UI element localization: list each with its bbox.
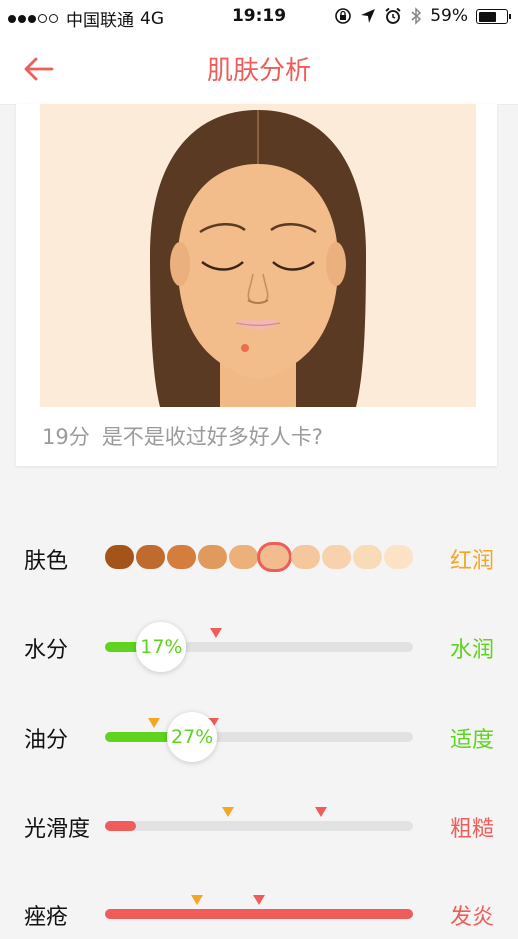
skin-color-swatch[interactable]: [198, 545, 227, 569]
skin-color-swatch[interactable]: [353, 545, 382, 569]
location-icon: [361, 9, 376, 23]
metric-status: 适度: [449, 728, 494, 753]
red-marker-icon: [209, 628, 222, 638]
metric-status: 发炎: [449, 905, 494, 930]
skin-color-swatch[interactable]: [291, 545, 320, 569]
skin-color-swatch[interactable]: [260, 545, 289, 569]
metric-label: 光滑度: [24, 817, 91, 842]
red-marker-icon: [253, 895, 265, 905]
metric-row-skin-color: 肤色 红润: [0, 533, 518, 583]
skin-color-swatch[interactable]: [322, 545, 351, 569]
oil-knob[interactable]: 27%: [167, 712, 218, 762]
yellow-marker-icon: [222, 807, 235, 817]
metric-row-moisture: 水分 17% 水润: [0, 622, 518, 672]
page-title: 肌肤分析: [206, 56, 311, 86]
skin-color-swatch[interactable]: [229, 545, 258, 569]
skin-color-swatch[interactable]: [384, 545, 413, 569]
status-icons: 59%: [334, 6, 511, 26]
metric-label: 痤疮: [24, 905, 69, 930]
bluetooth-icon: [411, 7, 422, 25]
acne-fill: [105, 909, 413, 919]
metric-status: 粗糙: [449, 817, 494, 842]
face-illustration-graphic: [150, 110, 366, 407]
battery-icon: [476, 8, 511, 24]
yellow-marker-icon: [191, 895, 204, 905]
metric-label: 水分: [24, 638, 69, 663]
red-marker-icon: [314, 807, 327, 817]
score-message: 是不是收过好多好人卡?: [101, 425, 323, 449]
moisture-track[interactable]: 17%: [105, 622, 413, 672]
face-illustration: [40, 104, 476, 407]
oil-track[interactable]: 27%: [105, 712, 413, 762]
alarm-icon: [385, 7, 401, 24]
smoothness-fill: [105, 821, 136, 831]
moisture-knob[interactable]: 17%: [136, 622, 187, 672]
yellow-marker-icon: [148, 718, 161, 728]
metric-row-oil: 油分 27% 适度: [0, 712, 518, 762]
status-bar: 中国联通 4G 19:19 59%: [0, 0, 518, 34]
metric-row-smoothness: 光滑度 粗糙: [0, 801, 518, 851]
score-caption: 19分 是不是收过好多好人卡?: [42, 421, 335, 451]
skin-color-swatch[interactable]: [167, 545, 196, 569]
rotation-lock-icon: [335, 8, 352, 24]
skin-color-swatch[interactable]: [105, 545, 134, 569]
skin-color-swatch[interactable]: [136, 545, 165, 569]
oil-value: 27%: [171, 726, 214, 748]
skin-color-swatches: [105, 545, 413, 569]
metric-status: 红润: [449, 549, 494, 574]
acne-track[interactable]: [105, 895, 413, 919]
smoothness-track[interactable]: [105, 807, 413, 831]
metric-label: 油分: [24, 728, 69, 753]
nav-bar: 肌肤分析: [0, 34, 518, 105]
score-value: 19分: [42, 425, 90, 449]
battery-percent: 59%: [430, 6, 468, 26]
metric-status: 水润: [449, 638, 494, 663]
metric-row-acne: 痤疮 发炎: [0, 889, 518, 939]
moisture-value: 17%: [140, 636, 183, 658]
face-card: 19分 是不是收过好多好人卡?: [16, 104, 497, 466]
metric-label: 肤色: [24, 549, 69, 574]
